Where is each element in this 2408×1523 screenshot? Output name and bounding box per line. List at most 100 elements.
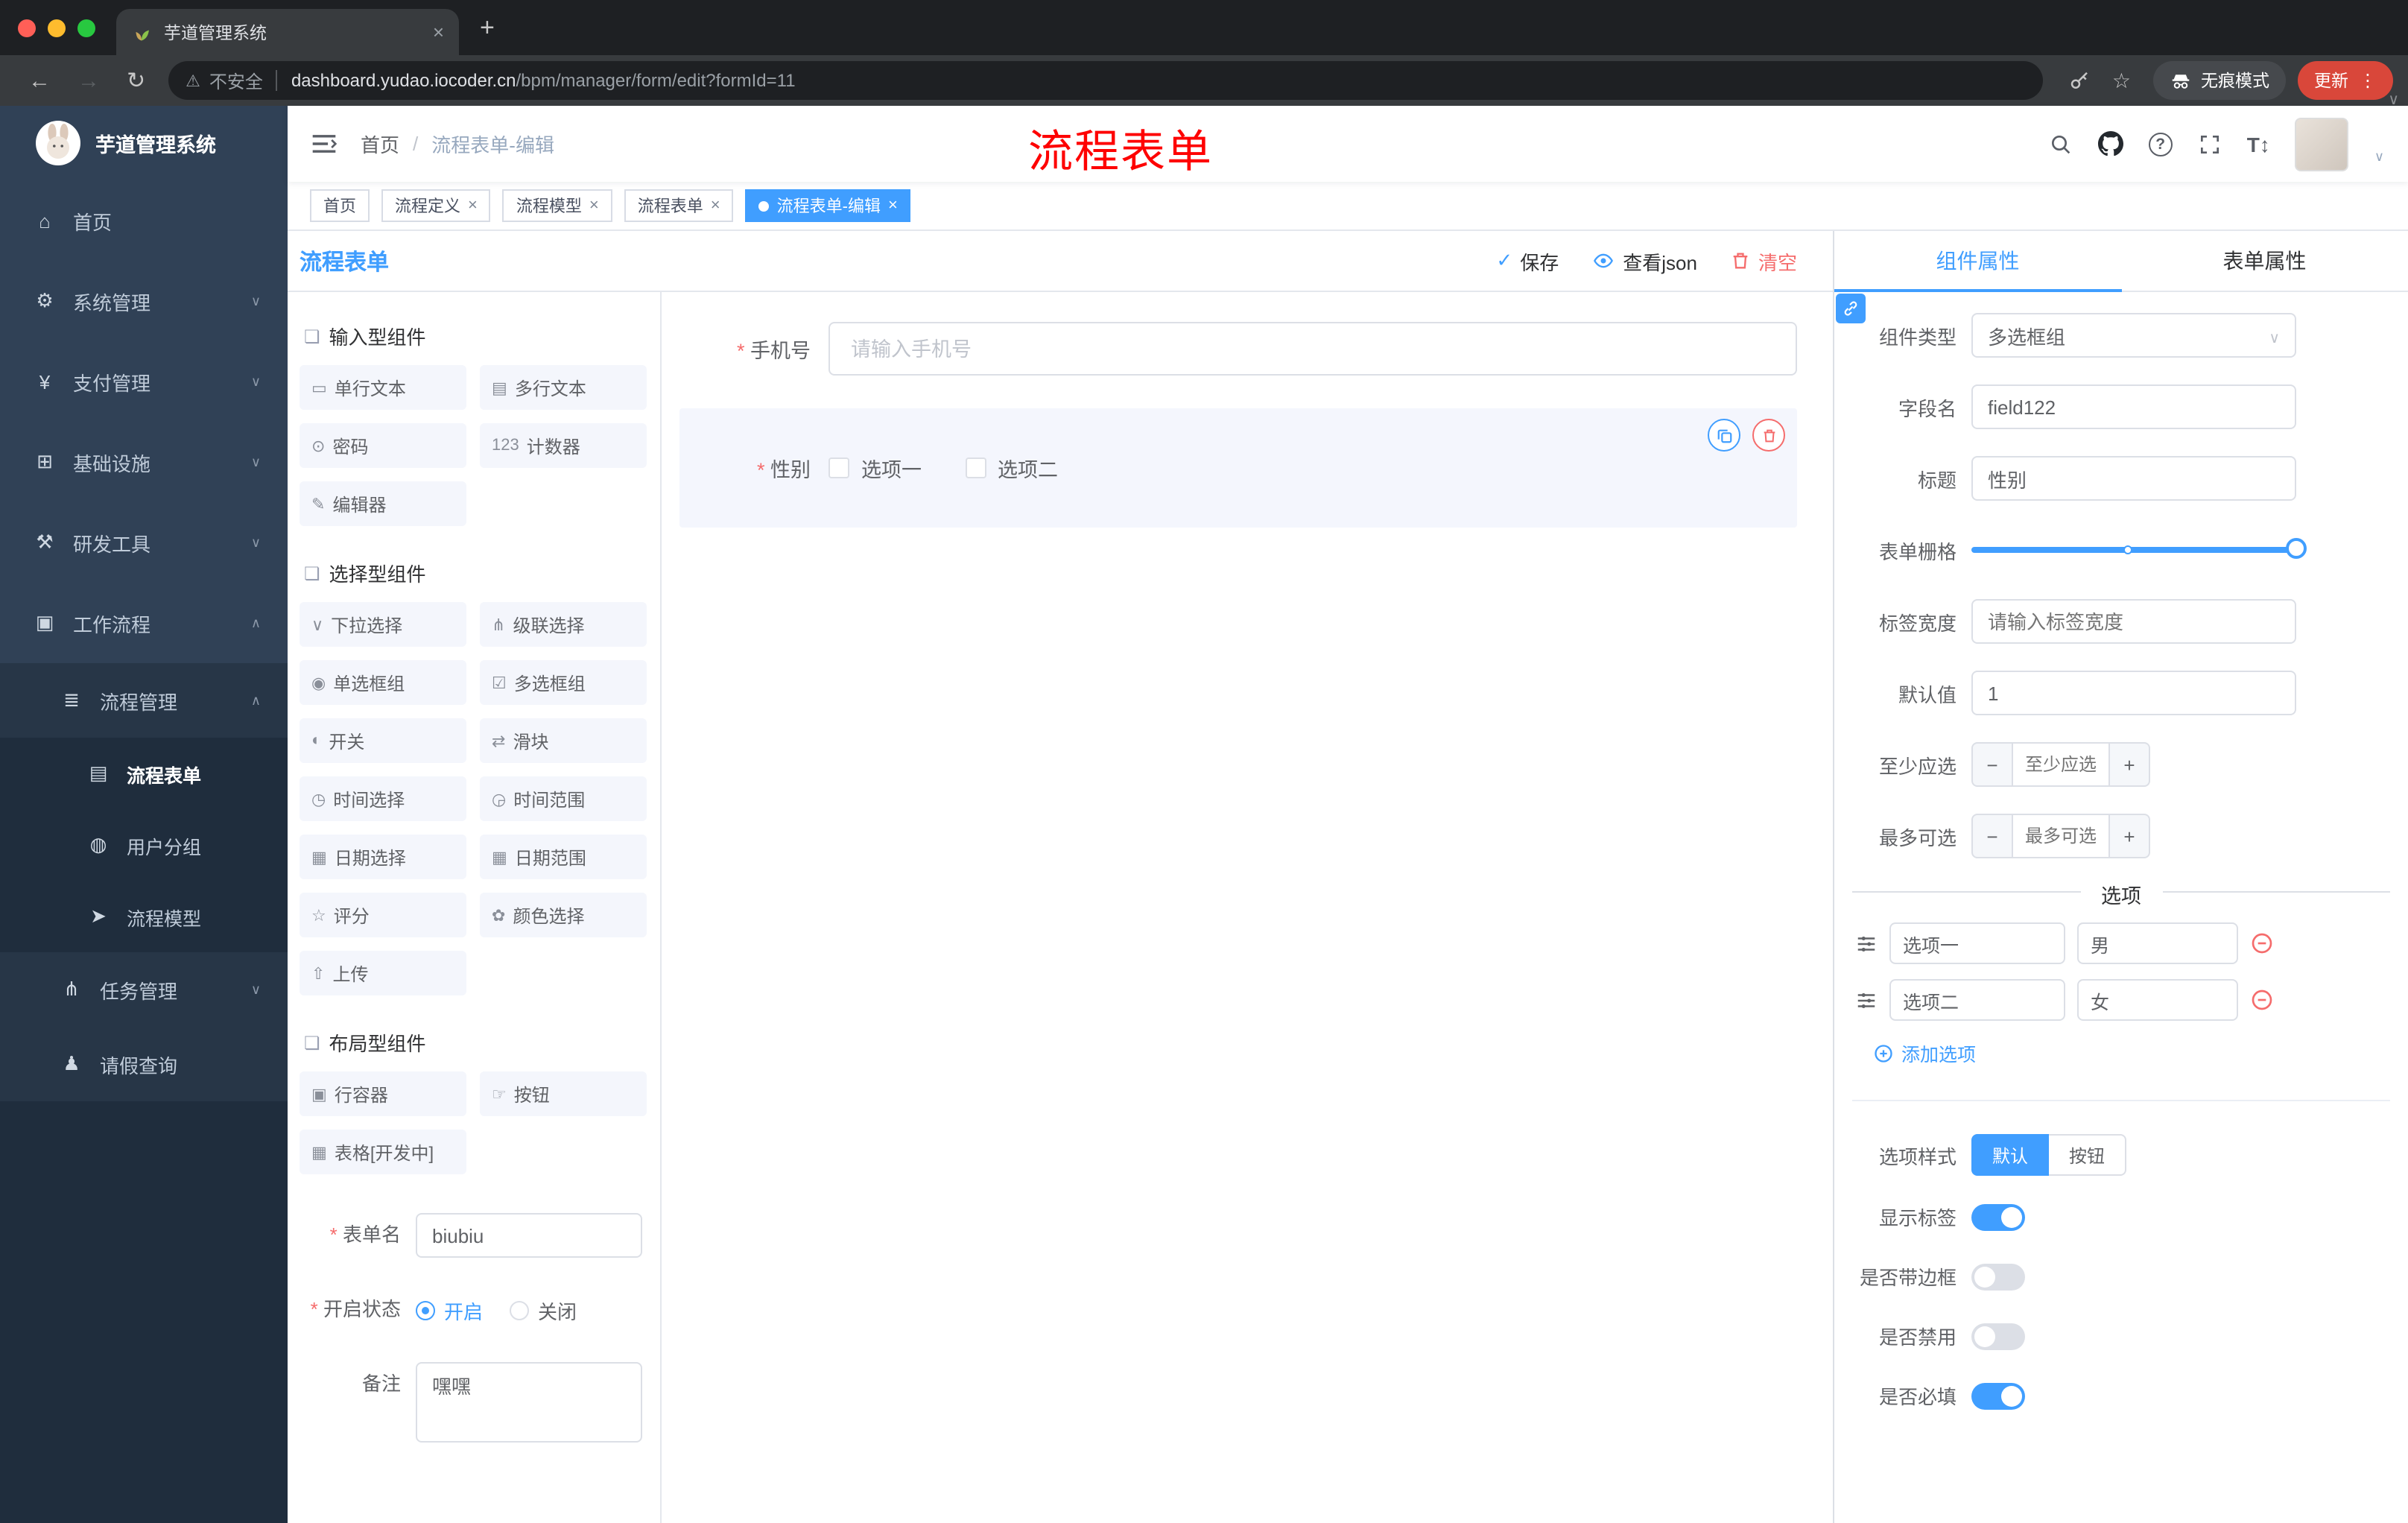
tag-process-model[interactable]: 流程模型: [502, 189, 612, 222]
option-value-input[interactable]: [2077, 979, 2238, 1021]
increase-button[interactable]: +: [2108, 814, 2150, 858]
clear-button[interactable]: 清空: [1730, 247, 1797, 275]
grid-slider[interactable]: [1971, 528, 2307, 572]
view-json-button[interactable]: 查看json: [1591, 247, 1697, 275]
sidebar-item-leave-query[interactable]: ♟ 请假查询: [0, 1027, 288, 1101]
close-tag-icon[interactable]: [888, 197, 898, 215]
sidebar-item-system-management[interactable]: ⚙ 系统管理 ∨: [0, 261, 288, 341]
sidebar-item-workflow[interactable]: ▣ 工作流程 ∧: [0, 583, 288, 663]
gender-option2-checkbox[interactable]: 选项二: [965, 453, 1058, 483]
close-tag-icon[interactable]: [711, 197, 720, 215]
palette-item[interactable]: ☑ 多选框组: [480, 660, 647, 705]
form-name-input[interactable]: [416, 1213, 642, 1258]
close-tab-icon[interactable]: [433, 21, 444, 43]
tab-form-props[interactable]: 表单属性: [2121, 231, 2408, 291]
field-name-input[interactable]: [1971, 384, 2296, 429]
sidebar-item-dev-tools[interactable]: ⚒ 研发工具 ∨: [0, 502, 288, 583]
disabled-toggle[interactable]: [1971, 1323, 2025, 1349]
save-button[interactable]: 保存: [1496, 247, 1559, 275]
sidebar-item-payment-management[interactable]: ¥ 支付管理 ∨: [0, 341, 288, 422]
reload-icon[interactable]: ↻: [127, 67, 145, 94]
phone-input[interactable]: [828, 322, 1797, 376]
palette-item[interactable]: ☆ 评分: [300, 893, 466, 937]
label-width-input[interactable]: [1971, 599, 2296, 644]
tag-process-form-edit[interactable]: 流程表单-编辑: [745, 189, 911, 222]
palette-item[interactable]: ▦ 日期范围: [480, 835, 647, 879]
palette-item[interactable]: ✿ 颜色选择: [480, 893, 647, 937]
style-button-button[interactable]: 按钮: [2049, 1134, 2126, 1176]
palette-item[interactable]: ⋔ 级联选择: [480, 602, 647, 647]
tag-process-definition[interactable]: 流程定义: [381, 189, 491, 222]
phone-field-row[interactable]: 手机号: [679, 322, 1797, 376]
slider-track[interactable]: [1971, 538, 2307, 559]
show-label-toggle[interactable]: [1971, 1203, 2025, 1230]
increase-button[interactable]: +: [2108, 742, 2150, 787]
palette-item[interactable]: ☞ 按钮: [480, 1071, 647, 1116]
user-avatar[interactable]: [2295, 117, 2349, 171]
close-tag-icon[interactable]: [589, 197, 599, 215]
palette-item[interactable]: ▦ 日期选择: [300, 835, 466, 879]
close-window-button[interactable]: [18, 19, 36, 37]
update-browser-button[interactable]: 更新 ⋮: [2298, 61, 2393, 100]
status-on-radio[interactable]: 开启: [416, 1296, 483, 1324]
breadcrumb-home[interactable]: 首页: [361, 130, 399, 158]
palette-item[interactable]: ▦ 表格[开发中]: [300, 1130, 466, 1174]
max-checked-input[interactable]: [2013, 814, 2108, 858]
bookmark-star-icon[interactable]: ☆: [2112, 68, 2131, 93]
style-default-button[interactable]: 默认: [1971, 1134, 2049, 1176]
close-tag-icon[interactable]: [468, 197, 478, 215]
tag-process-form[interactable]: 流程表单: [624, 189, 734, 222]
option-label-input[interactable]: [1889, 979, 2065, 1021]
add-option-button[interactable]: 添加选项: [1873, 1039, 2408, 1067]
with-border-toggle[interactable]: [1971, 1263, 2025, 1290]
palette-item[interactable]: ∨ 下拉选择: [300, 602, 466, 647]
sidebar-logo[interactable]: 芋道管理系统: [0, 106, 288, 180]
option-value-input[interactable]: [2077, 922, 2238, 964]
back-icon[interactable]: ←: [28, 68, 51, 93]
minimize-window-button[interactable]: [48, 19, 66, 37]
palette-item[interactable]: ◐ 开关: [300, 718, 466, 763]
fullscreen-icon[interactable]: [2198, 132, 2222, 156]
avatar-chevron-icon[interactable]: ∨: [2374, 148, 2384, 165]
search-icon[interactable]: [2049, 132, 2073, 156]
sidebar-item-home[interactable]: ⌂ 首页: [0, 180, 288, 261]
decrease-button[interactable]: −: [1971, 742, 2013, 787]
decrease-button[interactable]: −: [1971, 814, 2013, 858]
palette-item[interactable]: ◷ 时间选择: [300, 776, 466, 821]
remove-option-icon[interactable]: [2250, 931, 2274, 955]
maximize-window-button[interactable]: [77, 19, 95, 37]
sidebar-item-process-management[interactable]: ≣ 流程管理 ∧: [0, 663, 288, 738]
browser-menu-icon[interactable]: ⋮: [2359, 70, 2377, 91]
sidebar-item-infrastructure[interactable]: ⊞ 基础设施 ∨: [0, 422, 288, 502]
sidebar-item-user-groups[interactable]: ◍ 用户分组: [0, 809, 288, 881]
palette-item[interactable]: ⇧ 上传: [300, 951, 466, 995]
password-key-icon[interactable]: [2069, 69, 2091, 92]
option-label-input[interactable]: [1889, 922, 2065, 964]
default-value-input[interactable]: [1971, 671, 2296, 715]
sidebar-item-task-management[interactable]: ⋔ 任务管理 ∨: [0, 952, 288, 1027]
palette-item[interactable]: 123 计数器: [480, 423, 647, 468]
font-size-icon[interactable]: T↕: [2247, 132, 2270, 156]
form-remark-textarea[interactable]: 嘿嘿: [416, 1362, 642, 1443]
palette-item[interactable]: ▣ 行容器: [300, 1071, 466, 1116]
tab-component-props[interactable]: 组件属性: [1834, 231, 2121, 292]
drag-handle-icon[interactable]: [1855, 932, 1878, 954]
sidebar-item-process-model[interactable]: ➤ 流程模型: [0, 881, 288, 952]
address-bar[interactable]: ⚠ 不安全 dashboard.yudao.iocoder.cn /bpm/ma…: [168, 61, 2044, 100]
palette-item[interactable]: ⊙ 密码: [300, 423, 466, 468]
palette-item[interactable]: ✎ 编辑器: [300, 481, 466, 526]
status-off-radio[interactable]: 关闭: [510, 1296, 577, 1324]
title-input[interactable]: [1971, 456, 2296, 501]
copy-component-button[interactable]: [1708, 419, 1740, 452]
delete-component-button[interactable]: [1752, 419, 1785, 452]
forward-icon[interactable]: →: [77, 68, 100, 93]
remove-option-icon[interactable]: [2250, 988, 2274, 1012]
palette-item[interactable]: ▭ 单行文本: [300, 365, 466, 410]
slider-handle[interactable]: [2286, 538, 2307, 559]
min-checked-input[interactable]: [2013, 742, 2108, 787]
drag-handle-icon[interactable]: [1855, 989, 1878, 1011]
form-canvas[interactable]: 手机号 性别 选项一: [662, 292, 1833, 1523]
link-icon[interactable]: [1836, 294, 1866, 323]
palette-item[interactable]: ⇄ 滑块: [480, 718, 647, 763]
component-type-select[interactable]: 多选框组: [1971, 313, 2296, 358]
